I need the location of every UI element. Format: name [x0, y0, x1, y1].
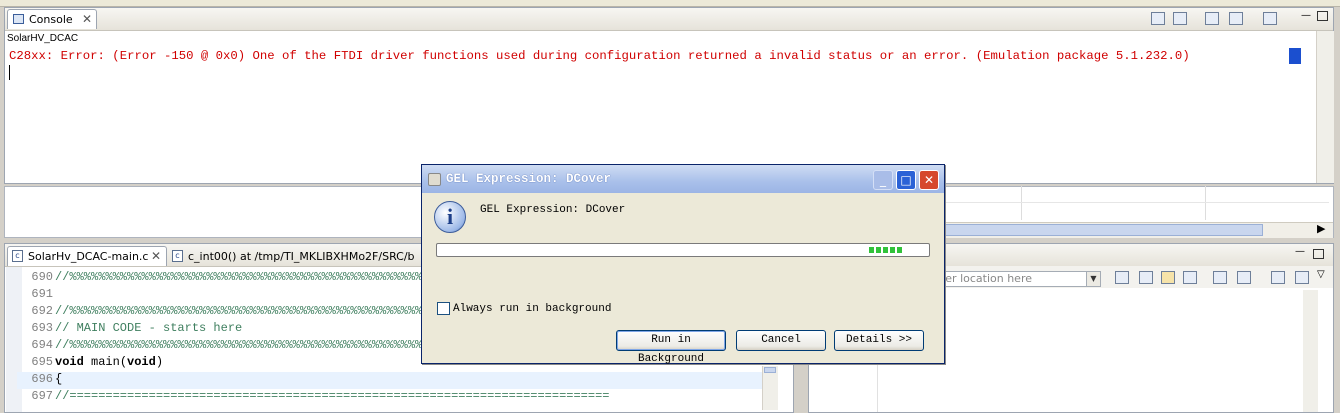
scrollbar-thumb[interactable]: [945, 224, 1263, 236]
progress-block: [869, 247, 874, 253]
maximize-view-icon[interactable]: [1313, 249, 1324, 259]
dialog-title-bar[interactable]: GEL Expression: DCover _ □ ✕: [422, 165, 944, 193]
home-icon[interactable]: [1139, 271, 1153, 284]
c-file-icon: c: [12, 250, 23, 262]
refresh-icon[interactable]: [1115, 271, 1129, 284]
code-line: 697//===================================…: [31, 389, 610, 403]
progress-block: [890, 247, 895, 253]
progress-block: [876, 247, 881, 253]
scrollbar-thumb[interactable]: [764, 367, 776, 373]
clear-console-icon[interactable]: [1151, 12, 1165, 25]
always-run-label[interactable]: Always run in background: [453, 303, 611, 315]
console-output[interactable]: SolarHV_DCAC C28xx: Error: (Error -150 @…: [5, 31, 1315, 183]
scroll-right-icon[interactable]: ▶: [1317, 222, 1325, 235]
dialog-title: GEL Expression: DCover: [446, 172, 612, 186]
minimize-view-icon[interactable]: —: [1301, 10, 1311, 21]
cancel-button[interactable]: Cancel: [736, 330, 826, 351]
minimize-view-icon[interactable]: —: [1295, 246, 1305, 257]
dialog-app-icon: [428, 173, 441, 186]
info-icon: i: [434, 201, 466, 233]
run-in-background-button[interactable]: Run in Background: [616, 330, 726, 365]
editor-gutter: [6, 267, 22, 412]
gel-progress-dialog: GEL Expression: DCover _ □ ✕ i GEL Expre…: [421, 164, 945, 365]
close-icon[interactable]: ✕: [82, 12, 92, 26]
details-button[interactable]: Details >>: [834, 330, 924, 351]
close-button[interactable]: ✕: [919, 170, 939, 190]
step-over-icon[interactable]: [1237, 271, 1251, 284]
dialog-message: GEL Expression: DCover: [480, 204, 626, 216]
view-menu-icon[interactable]: ▽: [1317, 269, 1325, 280]
always-run-checkbox[interactable]: [437, 302, 450, 315]
progress-bar: [436, 243, 930, 257]
display-console-icon[interactable]: [1229, 12, 1243, 25]
maximize-button[interactable]: □: [896, 170, 916, 190]
chevron-down-icon[interactable]: ▼: [1086, 271, 1101, 287]
console-view: Console ✕ — SolarHV_DCAC C28xx: Error: (…: [4, 7, 1334, 184]
selection-cursor: [1289, 48, 1301, 64]
console-icon: [13, 14, 24, 24]
minimize-button[interactable]: _: [873, 170, 893, 190]
middle-grid: [945, 186, 1330, 223]
location-input[interactable]: nter location here: [930, 271, 1100, 287]
pin-view-icon[interactable]: [1295, 271, 1309, 284]
c-file-icon: c: [172, 250, 183, 262]
console-tab-bar: Console ✕ —: [5, 8, 1333, 31]
console-error-text: C28xx: Error: (Error -150 @ 0x0) One of …: [9, 49, 1190, 63]
tab-label: SolarHv_DCAC-main.c: [28, 250, 149, 263]
console-session-name: SolarHV_DCAC: [7, 33, 79, 44]
scroll-lock-icon[interactable]: [1173, 12, 1187, 25]
link-icon[interactable]: [1161, 271, 1175, 284]
top-toolbar-strip: [0, 0, 1340, 7]
console-vertical-scrollbar[interactable]: [1316, 31, 1334, 183]
progress-block: [897, 247, 902, 253]
tab-label: c_int00() at /tmp/TI_MKLIBXHMo2F/SRC/b: [188, 250, 415, 263]
open-view-icon[interactable]: [1271, 271, 1285, 284]
disassembly-scrollbar[interactable]: [1303, 290, 1318, 412]
tab-console[interactable]: Console ✕: [7, 9, 97, 29]
tab-console-label: Console: [29, 13, 73, 26]
tab-solarhv-main[interactable]: c SolarHv_DCAC-main.c ✕: [7, 246, 167, 266]
text-caret: [9, 65, 10, 80]
step-icon[interactable]: [1213, 271, 1227, 284]
middle-horizontal-scrollbar[interactable]: ▶: [945, 222, 1333, 238]
editor-vertical-scrollbar[interactable]: [762, 366, 778, 410]
maximize-view-icon[interactable]: [1317, 11, 1328, 21]
close-icon[interactable]: ✕: [151, 249, 161, 263]
pin-console-icon[interactable]: [1205, 12, 1219, 25]
open-console-icon[interactable]: [1263, 12, 1277, 25]
progress-block: [883, 247, 888, 253]
show-source-icon[interactable]: [1183, 271, 1197, 284]
code-line: 696{: [31, 372, 63, 386]
tab-c-int00[interactable]: c c_int00() at /tmp/TI_MKLIBXHMo2F/SRC/b: [168, 247, 428, 266]
